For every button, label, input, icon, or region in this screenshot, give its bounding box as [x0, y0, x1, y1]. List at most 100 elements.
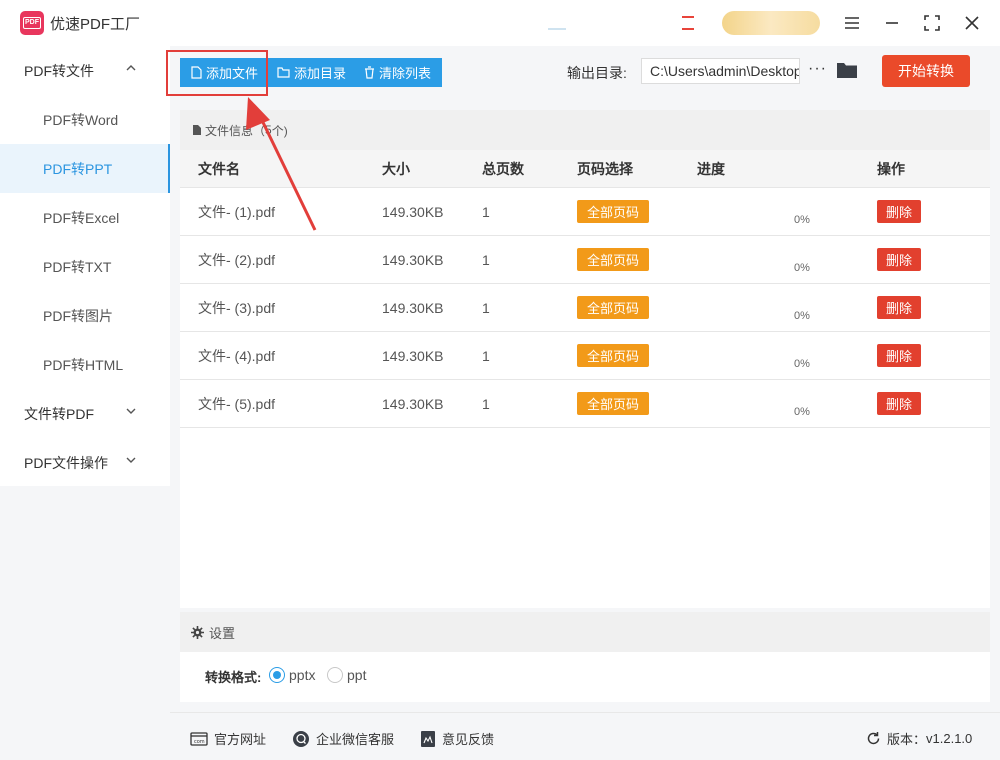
footer-bar: com 官方网址 企业微信客服 意见反馈 版本： v1.2.1.0	[170, 712, 1000, 760]
user-badge[interactable]	[722, 11, 820, 35]
file-info-header: 文件信息（ 5 个)	[180, 110, 990, 150]
delete-button[interactable]: 删除	[877, 392, 921, 415]
clear-list-button[interactable]: 清除列表	[354, 58, 442, 87]
progress-text: 0%	[794, 213, 810, 226]
wechat-label: 企业微信客服	[316, 732, 395, 747]
file-size: 149.30KB	[382, 299, 444, 316]
website-link[interactable]: com 官方网址	[190, 729, 266, 748]
format-radio-ppt[interactable]: ppt	[327, 667, 366, 683]
progress-text: 0%	[794, 405, 810, 418]
page-range-button[interactable]: 全部页码	[577, 392, 649, 415]
file-count: 5	[265, 123, 272, 137]
radio-label: pptx	[289, 667, 316, 683]
column-header-action: 操作	[877, 160, 905, 177]
page-count: 1	[482, 299, 490, 316]
chevron-down-icon	[126, 457, 136, 463]
refresh-icon	[867, 732, 880, 745]
delete-button[interactable]: 删除	[877, 296, 921, 319]
open-folder-icon[interactable]	[836, 61, 858, 84]
delete-button[interactable]: 删除	[877, 248, 921, 271]
feedback-link[interactable]: 意见反馈	[420, 729, 494, 748]
web-icon: com	[190, 731, 208, 746]
output-dir-field[interactable]: C:\Users\admin\Desktop	[641, 58, 800, 84]
feedback-label: 意见反馈	[442, 732, 495, 747]
page-range-button[interactable]: 全部页码	[577, 296, 649, 319]
document-icon	[193, 125, 201, 135]
file-info-label: 文件信息（	[205, 123, 266, 138]
settings-panel: 设置 转换格式: pptx ppt	[180, 612, 990, 702]
promo-icon[interactable]	[682, 16, 694, 30]
maximize-icon[interactable]	[920, 11, 944, 35]
browse-more-icon[interactable]: ···	[808, 60, 827, 78]
page-range-button[interactable]: 全部页码	[577, 200, 649, 223]
page-count: 1	[482, 251, 490, 268]
sidebar-group-label: PDF转文件	[24, 62, 94, 79]
column-header-size: 大小	[382, 160, 410, 177]
version-label: 版本：	[887, 732, 927, 747]
sidebar-group-file-to-pdf[interactable]: 文件转PDF	[0, 389, 170, 438]
file-name: 文件- (1).pdf	[198, 203, 276, 220]
start-convert-button[interactable]: 开始转换	[882, 55, 970, 87]
file-info-suffix: 个)	[271, 123, 288, 138]
website-label: 官方网址	[214, 732, 267, 747]
feedback-icon	[421, 730, 435, 747]
sidebar-item-pdf-to-word[interactable]: PDF转Word	[0, 95, 170, 144]
table-header: 文件名 大小 总页数 页码选择 进度 操作	[180, 150, 990, 188]
app-logo: PDF	[20, 11, 44, 35]
minimize-icon[interactable]	[880, 11, 904, 35]
chevron-up-icon	[126, 65, 136, 71]
sidebar-group-label: PDF文件操作	[24, 454, 108, 471]
page-count: 1	[482, 395, 490, 412]
sidebar-group-pdf-to-file[interactable]: PDF转文件	[0, 46, 170, 95]
radio-label: ppt	[347, 667, 367, 683]
close-icon[interactable]	[960, 11, 984, 35]
delete-button[interactable]: 删除	[877, 200, 921, 223]
progress-text: 0%	[794, 357, 810, 370]
wechat-service-link[interactable]: 企业微信客服	[292, 729, 394, 748]
highlight-box-annotation	[166, 50, 268, 96]
table-row[interactable]: 文件- (3).pdf 149.30KB 1 全部页码 0% 删除	[180, 284, 990, 332]
sidebar-item-pdf-to-ppt[interactable]: PDF转PPT	[0, 144, 170, 193]
format-label: 转换格式:	[205, 670, 262, 685]
table-row[interactable]: 文件- (1).pdf 149.30KB 1 全部页码 0% 删除	[180, 188, 990, 236]
version-info[interactable]: 版本： v1.2.1.0	[866, 729, 972, 748]
decoration-mark	[548, 28, 566, 30]
settings-header: 设置	[180, 612, 990, 652]
title-bar: PDF 优速PDF工厂	[0, 0, 1000, 46]
sidebar-item-pdf-to-excel[interactable]: PDF转Excel	[0, 193, 170, 242]
column-header-name: 文件名	[198, 160, 240, 177]
settings-title: 设置	[209, 625, 236, 641]
menu-icon[interactable]	[840, 11, 864, 35]
clear-list-label: 清除列表	[379, 66, 432, 81]
column-header-pages: 总页数	[482, 160, 524, 177]
table-row[interactable]: 文件- (5).pdf 149.30KB 1 全部页码 0% 删除	[180, 380, 990, 428]
progress-text: 0%	[794, 309, 810, 322]
file-size: 149.30KB	[382, 203, 444, 220]
sidebar-item-pdf-to-txt[interactable]: PDF转TXT	[0, 242, 170, 291]
chevron-down-icon	[126, 408, 136, 414]
progress-text: 0%	[794, 261, 810, 274]
sidebar: PDF转文件 PDF转Word PDF转PPT PDF转Excel PDF转TX…	[0, 46, 170, 486]
page-range-button[interactable]: 全部页码	[577, 344, 649, 367]
output-dir-label: 输出目录:	[567, 65, 627, 81]
table-row[interactable]: 文件- (2).pdf 149.30KB 1 全部页码 0% 删除	[180, 236, 990, 284]
file-name: 文件- (2).pdf	[198, 251, 276, 268]
app-title: 优速PDF工厂	[50, 16, 141, 33]
radio-dot	[269, 667, 285, 683]
file-list-panel: 文件信息（ 5 个) 文件名 大小 总页数 页码选择 进度 操作 文件- (1).…	[180, 110, 990, 608]
sidebar-item-pdf-to-image[interactable]: PDF转图片	[0, 291, 170, 340]
file-size: 149.30KB	[382, 251, 444, 268]
column-header-page-range: 页码选择	[577, 160, 633, 177]
page-range-button[interactable]: 全部页码	[577, 248, 649, 271]
add-folder-label: 添加目录	[294, 66, 347, 81]
format-radio-pptx[interactable]: pptx	[269, 667, 315, 683]
table-row[interactable]: 文件- (4).pdf 149.30KB 1 全部页码 0% 删除	[180, 332, 990, 380]
file-name: 文件- (4).pdf	[198, 347, 276, 364]
gear-icon	[191, 625, 204, 639]
sidebar-group-pdf-operations[interactable]: PDF文件操作	[0, 438, 170, 487]
column-header-progress: 进度	[697, 160, 725, 177]
sidebar-item-pdf-to-html[interactable]: PDF转HTML	[0, 340, 170, 389]
add-folder-button[interactable]: 添加目录	[267, 58, 354, 87]
svg-text:com: com	[194, 739, 205, 745]
delete-button[interactable]: 删除	[877, 344, 921, 367]
